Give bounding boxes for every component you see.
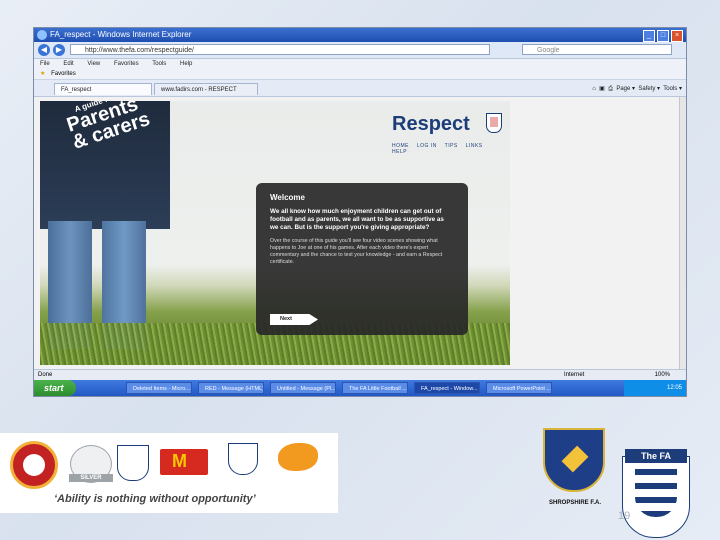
nav-tips[interactable]: TIPS — [445, 143, 458, 149]
respect-page: A guide for Parents & carers Respect HOM… — [40, 101, 510, 365]
welcome-panel: Welcome We all know how much enjoyment c… — [256, 183, 468, 335]
menu-file[interactable]: File — [40, 61, 50, 67]
fa-charter-standard-icon: SILVER — [69, 445, 113, 483]
tab-bar: FA_respect www.fadirs.com - RESPECT ⌂ ▣ … — [34, 80, 686, 97]
task-red-message[interactable]: RED - Message (HTML) — [198, 382, 264, 394]
task-fa-little-football[interactable]: The FA Little Football ... — [342, 382, 408, 394]
tagline: ‘Ability is nothing without opportunity’ — [54, 493, 256, 505]
status-text: Done — [38, 372, 53, 378]
three-lions-icon — [635, 469, 677, 517]
tab-fadirs[interactable]: www.fadirs.com - RESPECT — [154, 83, 258, 95]
menu-tools[interactable]: Tools — [152, 61, 166, 67]
search-input[interactable]: Google — [522, 44, 672, 55]
mcdonalds-logo-icon: M — [160, 449, 208, 475]
browser-screenshot: FA_respect - Windows Internet Explorer _… — [34, 28, 686, 396]
shropshire-shield-icon — [543, 428, 605, 492]
menu-favorites[interactable]: Favorites — [114, 61, 139, 67]
next-button[interactable]: Next — [270, 314, 318, 325]
respect-logo[interactable]: Respect — [392, 113, 470, 136]
page-menu[interactable]: Page — [616, 86, 630, 92]
england-badge-icon — [117, 445, 149, 481]
url-field[interactable]: http://www.thefa.com/respectguide/ — [70, 44, 490, 55]
feeds-icon[interactable]: ▣ — [599, 86, 605, 92]
otter-logo-icon — [272, 441, 332, 491]
title-bar: FA_respect - Windows Internet Explorer _… — [34, 28, 686, 42]
vertical-scrollbar[interactable] — [679, 97, 686, 369]
zoom-level[interactable]: 100% — [655, 370, 670, 380]
star-icon[interactable]: ★ — [40, 71, 45, 77]
menu-edit[interactable]: Edit — [63, 61, 73, 67]
the-fa-label: The FA — [625, 449, 687, 463]
browser-content: A guide for Parents & carers Respect HOM… — [34, 97, 686, 369]
task-fa-respect[interactable]: FA_respect - Window... — [414, 382, 480, 394]
welcome-body: Over the course of this guide you'll see… — [270, 238, 443, 265]
nav-links[interactable]: LINKS — [466, 143, 483, 149]
minimize-button[interactable]: _ — [643, 30, 655, 42]
empty-area — [514, 97, 682, 369]
tools-menu[interactable]: Tools — [663, 86, 677, 92]
page-number: 19 — [618, 510, 631, 522]
command-bar: ⌂ ▣ ⎙ Page ▾ Safety ▾ Tools ▾ — [592, 86, 682, 92]
welcome-intro: We all know how much enjoyment children … — [270, 208, 444, 231]
welcome-heading: Welcome — [270, 193, 305, 202]
menu-bar: File Edit View Favorites Tools Help — [34, 59, 686, 69]
menu-help[interactable]: Help — [180, 61, 192, 67]
task-untitled-message[interactable]: Untitled - Message (Pl... — [270, 382, 336, 394]
nav-help[interactable]: HELP — [392, 149, 407, 155]
zone-label: Internet — [564, 372, 585, 378]
system-clock[interactable]: 12:05 — [624, 380, 686, 396]
window-title: FA_respect - Windows Internet Explorer — [50, 30, 192, 39]
england-crest-icon — [486, 113, 502, 133]
fa-crest-icon — [222, 441, 262, 495]
sponsor-strip: SILVER M ‘Ability is nothing without opp… — [0, 433, 338, 513]
menu-view[interactable]: View — [87, 61, 100, 67]
club-crest-icon — [10, 441, 58, 489]
silver-label: SILVER — [69, 474, 113, 482]
ie-logo-icon — [37, 30, 47, 40]
shropshire-label: SHROPSHIRE F.A. — [548, 500, 601, 506]
favorites-bar: ★ Favorites — [34, 69, 686, 80]
tab-fa-respect[interactable]: FA_respect — [54, 83, 152, 95]
site-nav: HOME LOG IN TIPS LINKS HELP — [392, 143, 510, 155]
start-button[interactable]: start — [34, 380, 76, 396]
favorites-button[interactable]: Favorites — [51, 71, 76, 77]
safety-menu[interactable]: Safety — [638, 86, 655, 92]
shropshire-fa-crest: SHROPSHIRE F.A. — [540, 428, 610, 524]
task-deleted-items[interactable]: Deleted Items - Micro... — [126, 382, 192, 394]
home-icon[interactable]: ⌂ — [592, 86, 596, 92]
task-powerpoint[interactable]: Microsoft PowerPoint ... — [486, 382, 552, 394]
close-button[interactable]: × — [671, 30, 683, 42]
back-icon[interactable]: ◀ — [38, 44, 50, 56]
status-bar: Done Internet 100% — [34, 369, 686, 380]
taskbar: start Deleted Items - Micro... RED - Mes… — [34, 380, 686, 396]
nav-login[interactable]: LOG IN — [417, 143, 437, 149]
forward-icon[interactable]: ▶ — [53, 44, 65, 56]
address-bar: ◀ ▶ http://www.thefa.com/respectguide/ G… — [34, 42, 686, 59]
the-fa-crest: The FA — [622, 449, 690, 538]
print-icon[interactable]: ⎙ — [608, 86, 613, 92]
maximize-button[interactable]: □ — [657, 30, 669, 42]
